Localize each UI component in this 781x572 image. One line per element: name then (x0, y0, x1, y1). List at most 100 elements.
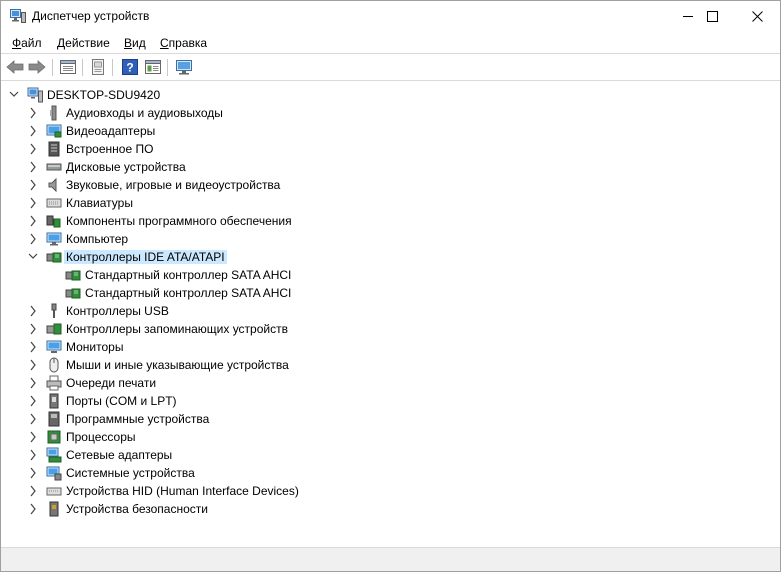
storage-controller-icon (46, 321, 62, 337)
menu-action[interactable]: Действие (57, 36, 110, 50)
tree-expander[interactable] (28, 305, 38, 317)
tree-expander[interactable] (28, 161, 38, 173)
mouse-icon (49, 357, 59, 373)
scan-hardware-button[interactable] (174, 57, 194, 77)
tree-item[interactable]: Встроенное ПО (1, 140, 780, 158)
title-bar[interactable]: Диспетчер устройств (1, 1, 780, 32)
menu-view-accel: В (124, 36, 133, 50)
menu-view-label: ид (132, 36, 146, 50)
chevron-right-icon (30, 413, 36, 425)
tree-item[interactable]: Мыши и иные указывающие устройства (1, 356, 780, 374)
chevron-right-icon (30, 161, 36, 173)
ide-controller-icon (46, 252, 62, 263)
tree-expander[interactable] (28, 251, 38, 263)
tree-child-item[interactable]: Стандартный контроллер SATA AHCI (1, 266, 780, 284)
device-tree[interactable]: DESKTOP-SDU9420 Аудиовходы и аудиовыходы В… (1, 82, 780, 546)
forward-button[interactable] (27, 57, 47, 77)
tree-item[interactable]: Дисковые устройства (1, 158, 780, 176)
tree-expander[interactable] (28, 485, 38, 497)
tree-item-label: Мониторы (66, 340, 124, 354)
tree-expander[interactable] (28, 125, 38, 137)
chevron-right-icon (30, 197, 36, 209)
tree-item[interactable]: Сетевые адаптеры (1, 446, 780, 464)
processor-icon (47, 430, 61, 444)
tree-expander[interactable] (28, 143, 38, 155)
tree-item[interactable]: Устройства HID (Human Interface Devices) (1, 482, 780, 500)
tree-expander[interactable] (28, 323, 38, 335)
tree-item[interactable]: Порты (COM и LPT) (1, 392, 780, 410)
printer-icon (46, 375, 62, 391)
tree-item[interactable]: Контроллеры запоминающих устройств (1, 320, 780, 338)
tree-expander[interactable] (9, 89, 19, 101)
close-button[interactable] (734, 1, 780, 32)
tree-item[interactable]: Контроллеры IDE ATA/ATAPI (1, 248, 780, 266)
chevron-down-icon (28, 253, 38, 259)
tree-item[interactable]: Программные устройства (1, 410, 780, 428)
tree-item[interactable]: Компоненты программного обеспечения (1, 212, 780, 230)
tree-item-label: Контроллеры запоминающих устройств (66, 322, 288, 336)
disk-drive-icon (46, 159, 62, 175)
chevron-right-icon (30, 107, 36, 119)
tree-item[interactable]: Мониторы (1, 338, 780, 356)
tree-item-label: Контроллеры USB (66, 304, 169, 318)
tree-item-label: Видеоадаптеры (66, 124, 156, 138)
tree-expander[interactable] (28, 395, 38, 407)
tree-item-label: DESKTOP-SDU9420 (47, 88, 161, 102)
tree-expander[interactable] (28, 467, 38, 479)
sound-icon (46, 177, 62, 193)
properties-button[interactable] (58, 57, 78, 77)
monitor-icon (46, 339, 62, 355)
help-button[interactable]: ? (120, 57, 140, 77)
tree-item-label: Дисковые устройства (66, 160, 186, 174)
monitor-scan-icon (176, 60, 192, 75)
back-arrow-icon (6, 60, 24, 74)
tree-expander[interactable] (28, 359, 38, 371)
tree-expander[interactable] (28, 341, 38, 353)
tree-item[interactable]: Аудиовходы и аудиовыходы (1, 104, 780, 122)
sata-controller-icon (65, 270, 81, 281)
view-button[interactable] (143, 57, 163, 77)
display-adapter-icon (46, 124, 62, 138)
menu-action-label: ействие (65, 36, 110, 50)
tree-expander[interactable] (28, 233, 38, 245)
tree-item[interactable]: Системные устройства (1, 464, 780, 482)
maximize-button[interactable] (689, 1, 735, 32)
menu-file[interactable]: Файл (12, 36, 42, 50)
computer-root-icon (27, 87, 43, 103)
tree-item[interactable]: Звуковые, игровые и видеоустройства (1, 176, 780, 194)
tree-expander[interactable] (28, 413, 38, 425)
tree-item[interactable]: Устройства безопасности (1, 500, 780, 518)
tree-expander[interactable] (28, 449, 38, 461)
chevron-right-icon (30, 233, 36, 245)
toolbar-separator (167, 59, 168, 76)
chevron-right-icon (30, 305, 36, 317)
tree-item[interactable]: Процессоры (1, 428, 780, 446)
tree-expander[interactable] (28, 179, 38, 191)
tree-item[interactable]: Видеоадаптеры (1, 122, 780, 140)
tree-expander[interactable] (28, 431, 38, 443)
tree-expander[interactable] (28, 215, 38, 227)
back-button[interactable] (5, 57, 25, 77)
tree-root[interactable]: DESKTOP-SDU9420 (1, 86, 780, 104)
update-driver-icon (92, 59, 104, 75)
chevron-right-icon (30, 179, 36, 191)
chevron-right-icon (30, 323, 36, 335)
menu-view[interactable]: Вид (124, 36, 146, 50)
device-manager-window: Диспетчер устройств Файл Действие Вид Сп… (0, 0, 781, 572)
port-icon (46, 393, 62, 409)
software-component-icon (46, 213, 62, 229)
tree-expander[interactable] (28, 197, 38, 209)
menu-bar: Файл Действие Вид Справка (1, 32, 780, 53)
tree-child-item[interactable]: Стандартный контроллер SATA AHCI (1, 284, 780, 302)
tree-expander[interactable] (28, 377, 38, 389)
update-driver-button[interactable] (88, 57, 108, 77)
tree-item[interactable]: Компьютер (1, 230, 780, 248)
hid-icon (46, 487, 62, 496)
menu-help[interactable]: Справка (160, 36, 207, 50)
tree-expander[interactable] (28, 503, 38, 515)
tree-item[interactable]: Контроллеры USB (1, 302, 780, 320)
tree-item[interactable]: Очереди печати (1, 374, 780, 392)
tree-expander[interactable] (28, 107, 38, 119)
tree-item[interactable]: Клавиатуры (1, 194, 780, 212)
computer-root-icon (27, 87, 43, 103)
